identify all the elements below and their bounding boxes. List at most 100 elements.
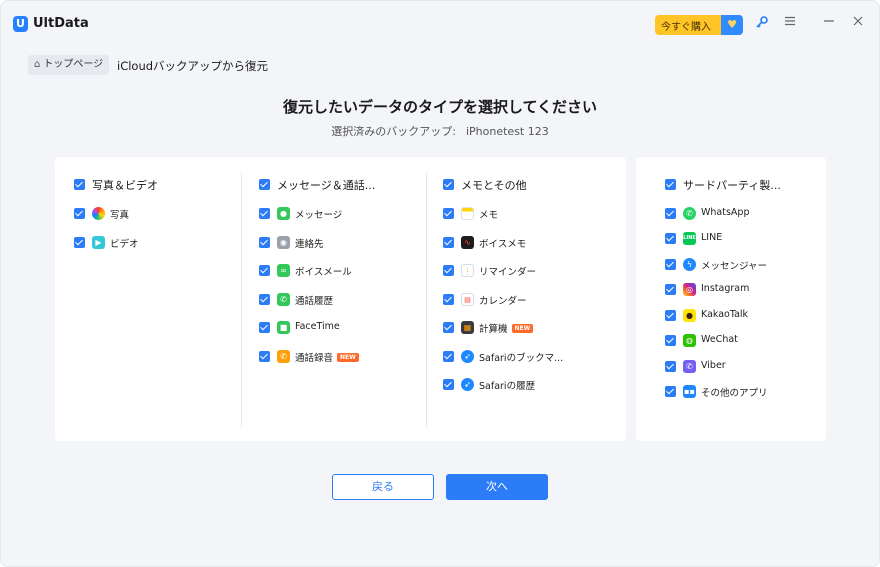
category-label: 写真＆ビデオ: [92, 179, 158, 192]
item-label: Viber: [701, 360, 726, 371]
checkbox[interactable]: [665, 259, 676, 270]
instagram-icon: ◎: [683, 283, 696, 296]
item-label: メッセージ: [295, 210, 343, 221]
selected-backup: 選択済みのバックアップ: iPhonetest 123: [1, 123, 879, 139]
contacts-icon: ◉: [277, 236, 290, 249]
item-label: Safariのブックマ...: [479, 353, 564, 364]
item-label: 通話履歴: [295, 296, 334, 307]
checkbox[interactable]: [259, 351, 270, 362]
title-bar: U UltData 今すぐ購入 ♥: [1, 1, 879, 45]
next-button[interactable]: 次へ: [446, 474, 548, 500]
breadcrumb-current: iCloudバックアップから復元: [117, 59, 269, 73]
breadcrumb-home[interactable]: ⌂ トップページ: [28, 55, 110, 75]
photos-icon: [92, 207, 105, 220]
item-label: ビデオ: [110, 239, 139, 250]
app-logo: U: [13, 16, 28, 32]
safari-icon: ➶: [461, 350, 474, 363]
checkbox[interactable]: [443, 208, 454, 219]
checkbox[interactable]: [74, 208, 85, 219]
checkbox[interactable]: [665, 361, 676, 372]
minimize-icon[interactable]: [821, 15, 837, 31]
viber-icon: ✆: [683, 360, 696, 373]
item-label: カレンダー: [479, 296, 527, 307]
item-label: 通話録音 NEW: [295, 350, 359, 364]
kakaotalk-icon: ●: [683, 309, 696, 322]
voicemail-icon: ∞: [277, 264, 290, 277]
item-label-text: 通話録音: [295, 353, 334, 364]
app-name: UltData: [33, 16, 89, 31]
checkbox[interactable]: [665, 284, 676, 295]
checkbox[interactable]: [259, 322, 270, 333]
heart-tag-icon: ♥: [721, 15, 743, 35]
item-label: Safariの履歴: [479, 381, 536, 392]
checkbox[interactable]: [443, 179, 454, 190]
column-divider: [426, 173, 427, 427]
item-label: Instagram: [701, 283, 750, 294]
checkbox[interactable]: [665, 310, 676, 321]
checkbox[interactable]: [443, 265, 454, 276]
home-icon: ⌂: [34, 59, 41, 70]
wechat-icon: ◍: [683, 334, 696, 347]
item-label: KakaoTalk: [701, 309, 749, 320]
third-party-panel: サードパーティ製... ✆ WhatsApp LINE LINE ϟ メッセンジ…: [636, 157, 826, 441]
item-label: 計算機 NEW: [479, 321, 534, 335]
column-divider: [241, 173, 242, 427]
safari-icon: ➶: [461, 378, 474, 391]
video-icon: ▶: [92, 236, 105, 249]
item-label: 写真: [110, 210, 130, 221]
item-label: WhatsApp: [701, 207, 750, 218]
menu-icon[interactable]: [782, 15, 798, 31]
item-label: リマインダー: [479, 267, 537, 278]
voice-memos-icon: ∿: [461, 236, 474, 249]
checkbox[interactable]: [259, 294, 270, 305]
breadcrumb-home-label: トップページ: [43, 59, 104, 70]
checkbox[interactable]: [443, 237, 454, 248]
notes-icon: [461, 207, 474, 220]
checkbox[interactable]: [665, 233, 676, 244]
close-icon[interactable]: [850, 15, 866, 31]
item-label: 連絡先: [295, 239, 324, 250]
item-label: その他のアプリ: [701, 388, 768, 399]
checkbox[interactable]: [665, 179, 676, 190]
checkbox[interactable]: [443, 294, 454, 305]
calculator-icon: ▦: [461, 321, 474, 334]
whatsapp-icon: ✆: [683, 207, 696, 220]
selected-backup-label: 選択済みのバックアップ:: [331, 125, 456, 138]
facetime-icon: ■: [277, 321, 290, 334]
item-label: メモ: [479, 210, 499, 221]
buy-now-label: 今すぐ購入: [661, 22, 711, 33]
checkbox[interactable]: [443, 379, 454, 390]
checkbox[interactable]: [259, 265, 270, 276]
checkbox[interactable]: [665, 208, 676, 219]
checkbox[interactable]: [665, 386, 676, 397]
item-label: FaceTime: [295, 321, 340, 332]
checkbox[interactable]: [259, 179, 270, 190]
new-badge: NEW: [511, 324, 534, 333]
page-title: 復元したいデータのタイプを選択してください: [282, 98, 598, 116]
checkbox[interactable]: [74, 179, 85, 190]
other-apps-icon: ▪▪: [683, 385, 696, 398]
item-label: ボイスメール: [295, 267, 352, 278]
line-icon: LINE: [683, 232, 696, 245]
checkbox[interactable]: [443, 322, 454, 333]
back-button[interactable]: 戻る: [332, 474, 434, 500]
call-recording-icon: ✆: [277, 350, 290, 363]
category-label: メッセージ＆通話...: [277, 179, 376, 192]
data-type-panel: 写真＆ビデオ 写真 ▶ ビデオ メッセージ＆通話... ● メッセージ ◉ 連絡…: [55, 157, 626, 441]
category-label: サードパーティ製...: [683, 179, 781, 192]
checkbox[interactable]: [259, 208, 270, 219]
checkbox[interactable]: [443, 351, 454, 362]
app-window: U UltData 今すぐ購入 ♥ ⌂ トップページ iCloudバックアップから…: [0, 0, 880, 567]
key-icon[interactable]: [754, 15, 770, 31]
checkbox[interactable]: [259, 237, 270, 248]
messages-icon: ●: [277, 207, 290, 220]
item-label: WeChat: [701, 334, 738, 345]
calendar-icon: ▤: [461, 293, 474, 306]
checkbox[interactable]: [74, 237, 85, 248]
item-label-text: 計算機: [479, 324, 508, 335]
messenger-icon: ϟ: [683, 258, 696, 271]
reminders-icon: ⋮: [461, 264, 474, 277]
selected-backup-name: iPhonetest 123: [465, 125, 549, 138]
buy-now-button[interactable]: 今すぐ購入 ♥: [655, 15, 743, 35]
checkbox[interactable]: [665, 335, 676, 346]
